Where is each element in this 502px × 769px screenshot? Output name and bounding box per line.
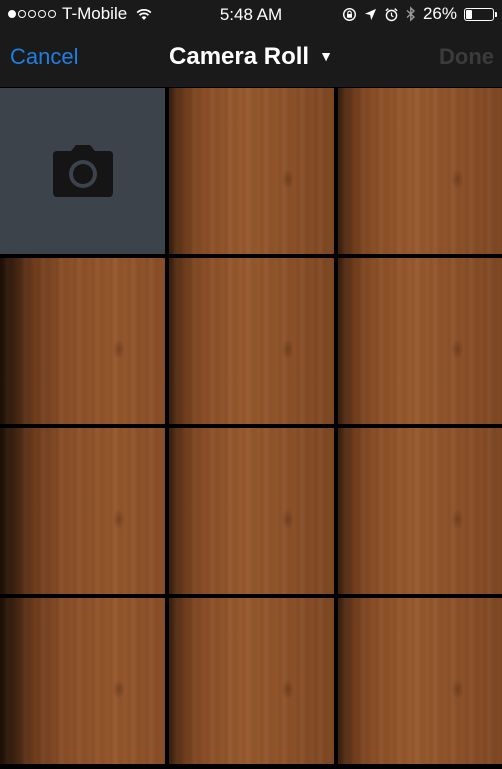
bluetooth-icon xyxy=(406,6,415,22)
photo-thumbnail[interactable] xyxy=(169,428,334,594)
photo-thumbnail[interactable] xyxy=(169,258,334,424)
photo-thumbnail[interactable] xyxy=(338,428,502,594)
location-arrow-icon xyxy=(364,8,377,20)
alarm-icon xyxy=(385,7,398,21)
battery-icon xyxy=(464,7,497,21)
album-title: Camera Roll xyxy=(169,43,310,70)
photo-grid xyxy=(0,88,502,769)
status-right: 26% xyxy=(342,4,497,24)
rotation-lock-icon xyxy=(342,7,356,21)
photo-thumbnail[interactable] xyxy=(0,258,165,424)
camera-icon xyxy=(52,145,113,197)
photo-thumbnail[interactable] xyxy=(0,428,165,594)
status-bar: T-Mobile 5:48 AM 26% xyxy=(0,0,502,30)
photo-thumbnail[interactable] xyxy=(169,88,334,254)
album-picker[interactable]: Camera Roll ▼ xyxy=(0,43,502,71)
navigation-bar: Cancel Camera Roll ▼ Done xyxy=(0,30,502,87)
photo-thumbnail[interactable] xyxy=(338,598,502,764)
battery-percent: 26% xyxy=(422,4,457,23)
photo-thumbnail[interactable] xyxy=(338,88,502,254)
dropdown-caret-icon: ▼ xyxy=(319,48,333,64)
photo-thumbnail[interactable] xyxy=(0,598,165,764)
photo-thumbnail[interactable] xyxy=(338,258,502,424)
photo-thumbnail[interactable] xyxy=(169,598,334,764)
take-photo-tile[interactable] xyxy=(0,88,165,254)
done-button[interactable]: Done xyxy=(439,44,494,70)
